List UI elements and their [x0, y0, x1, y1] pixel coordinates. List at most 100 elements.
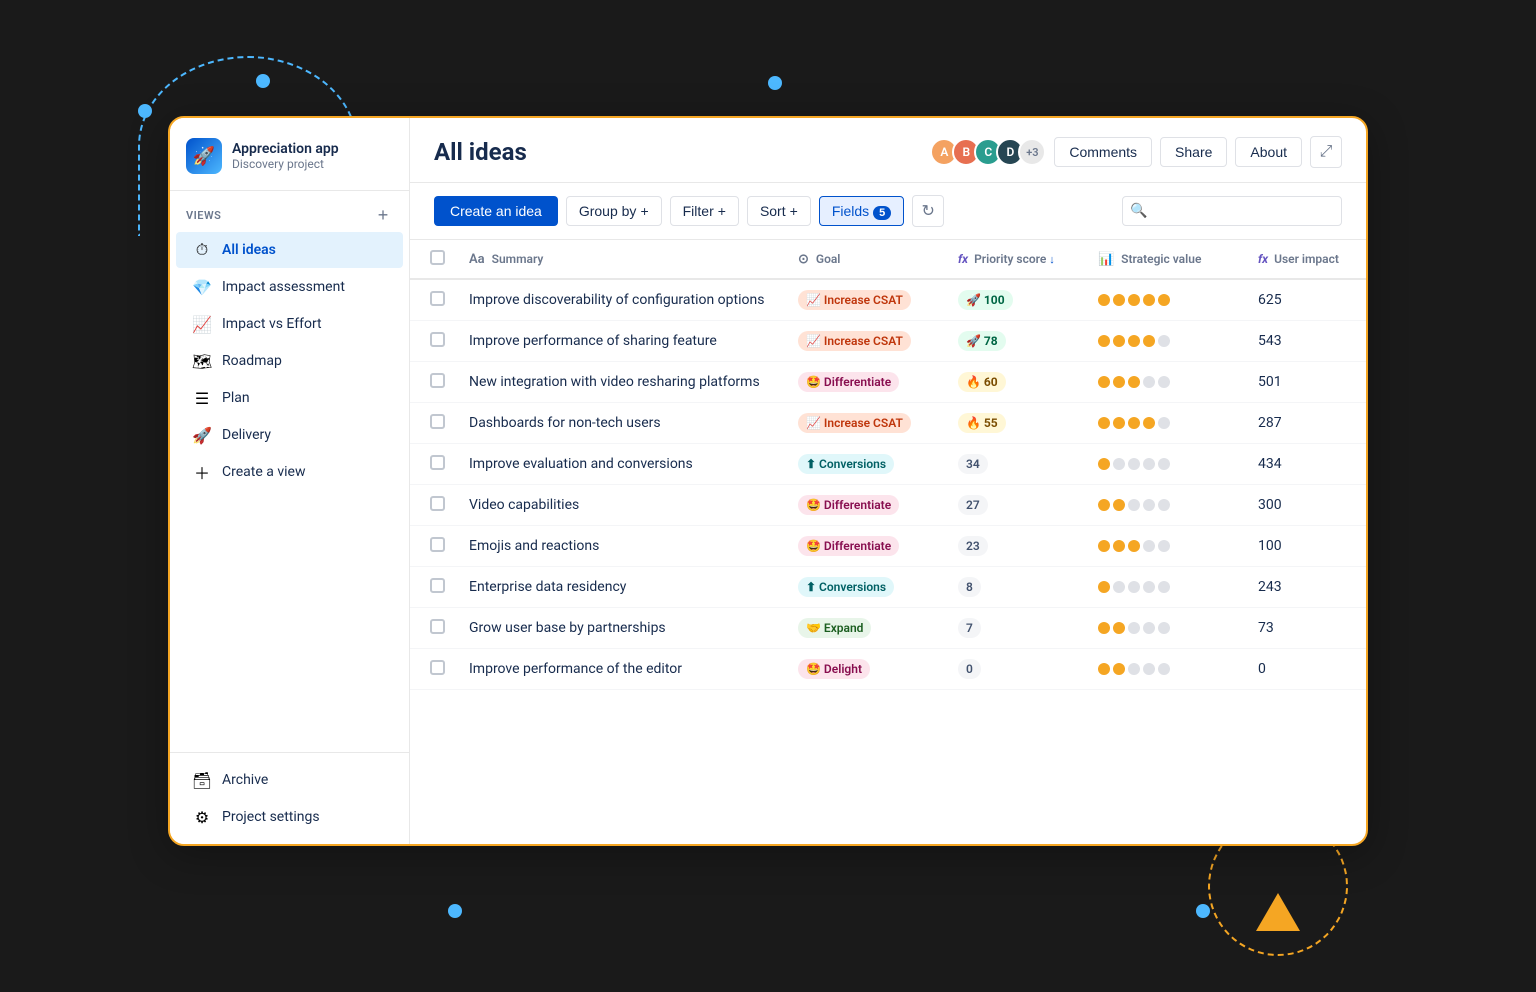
col-header-priority[interactable]: fx Priority score ↓ [946, 240, 1086, 279]
row-user-impact: 625 [1246, 279, 1366, 321]
dot-empty [1143, 663, 1155, 675]
dot-filled [1113, 335, 1125, 347]
row-summary[interactable]: Dashboards for non-tech users [457, 403, 786, 444]
comments-button[interactable]: Comments [1054, 137, 1152, 167]
row-priority-score: 🚀 100 [946, 279, 1086, 321]
dot-filled [1128, 540, 1140, 552]
goal-badge: 🤩 Differentiate [798, 495, 899, 515]
group-by-plus: + [640, 203, 648, 219]
sidebar-item-label: Create a view [222, 464, 305, 480]
row-goal: ⬆ Conversions [786, 444, 946, 485]
row-user-impact: 434 [1246, 444, 1366, 485]
priority-badge: 🚀 100 [958, 290, 1013, 310]
strategic-dots [1098, 581, 1234, 593]
row-strategic-value [1086, 485, 1246, 526]
strategic-dots [1098, 294, 1234, 306]
sidebar-app-name: Appreciation app [232, 141, 339, 157]
col-header-impact[interactable]: fx User impact [1246, 240, 1366, 279]
sidebar-item-project-settings[interactable]: ⚙ Project settings [176, 799, 403, 835]
row-strategic-value [1086, 649, 1246, 690]
group-by-button[interactable]: Group by + [566, 196, 662, 226]
row-summary[interactable]: Improve performance of the editor [457, 649, 786, 690]
dot-empty [1113, 581, 1125, 593]
sort-button[interactable]: Sort + [747, 196, 811, 226]
sidebar-item-impact-assessment[interactable]: 💎 Impact assessment [176, 269, 403, 305]
row-priority-score: 8 [946, 567, 1086, 608]
row-checkbox-cell [410, 485, 457, 526]
expand-button[interactable]: ⤢ [1310, 136, 1342, 168]
table-row: New integration with video resharing pla… [410, 362, 1366, 403]
row-checkbox-cell [410, 567, 457, 608]
select-all-checkbox[interactable] [430, 250, 445, 265]
row-summary[interactable]: Enterprise data residency [457, 567, 786, 608]
table-row: Grow user base by partnerships🤝 Expand77… [410, 608, 1366, 649]
strategic-col-label: Strategic value [1121, 252, 1201, 266]
row-checkbox[interactable] [430, 332, 445, 347]
row-summary[interactable]: Video capabilities [457, 485, 786, 526]
priority-badge: 8 [958, 577, 981, 597]
priority-badge: 🔥 55 [958, 413, 1006, 433]
goal-badge: 📈 Increase CSAT [798, 413, 911, 433]
row-summary[interactable]: Improve discoverability of configuration… [457, 279, 786, 321]
col-header-strategic[interactable]: 📊 Strategic value [1086, 240, 1246, 279]
filter-button[interactable]: Filter + [670, 196, 739, 226]
dot-filled [1113, 663, 1125, 675]
col-header-check [410, 240, 457, 279]
row-strategic-value [1086, 567, 1246, 608]
share-button[interactable]: Share [1160, 137, 1227, 167]
fields-label: Fields [832, 203, 869, 219]
strategic-dots [1098, 663, 1234, 675]
fields-button[interactable]: Fields 5 [819, 196, 904, 226]
avatar-group: A B C D +3 [930, 138, 1046, 166]
dot-filled [1098, 417, 1110, 429]
sidebar-item-archive[interactable]: 🗃 Archive [176, 762, 403, 798]
row-summary[interactable]: Grow user base by partnerships [457, 608, 786, 649]
sidebar: 🚀 Appreciation app Discovery project VIE… [170, 118, 410, 844]
dot-filled [1098, 540, 1110, 552]
dot-filled [1098, 376, 1110, 388]
sidebar-add-view-button[interactable]: + [373, 205, 393, 225]
sidebar-nav: ⏱ All ideas 💎 Impact assessment 📈 Impact… [170, 231, 409, 752]
row-priority-score: 34 [946, 444, 1086, 485]
row-checkbox[interactable] [430, 619, 445, 634]
sidebar-item-all-ideas[interactable]: ⏱ All ideas [176, 232, 403, 268]
row-checkbox[interactable] [430, 578, 445, 593]
dot-empty [1128, 663, 1140, 675]
row-checkbox[interactable] [430, 291, 445, 306]
row-summary[interactable]: New integration with video resharing pla… [457, 362, 786, 403]
table-row: Dashboards for non-tech users 📈 Increase … [410, 403, 1366, 444]
row-checkbox[interactable] [430, 660, 445, 675]
dot-filled [1098, 622, 1110, 634]
row-checkbox[interactable] [430, 537, 445, 552]
sidebar-item-impact-vs-effort[interactable]: 📈 Impact vs Effort [176, 306, 403, 342]
row-goal: ⬆ Conversions [786, 567, 946, 608]
row-user-impact: 300 [1246, 485, 1366, 526]
row-checkbox[interactable] [430, 373, 445, 388]
sidebar-item-plan[interactable]: ☰ Plan [176, 380, 403, 416]
dot-empty [1128, 458, 1140, 470]
row-checkbox[interactable] [430, 414, 445, 429]
row-summary[interactable]: Improve evaluation and conversions [457, 444, 786, 485]
page-title: All ideas [434, 138, 527, 166]
sidebar-item-delivery[interactable]: 🚀 Delivery [176, 417, 403, 453]
dot-empty [1158, 581, 1170, 593]
outer-wrapper: 🚀 Appreciation app Discovery project VIE… [108, 86, 1428, 906]
goal-badge: 📈 Increase CSAT [798, 290, 911, 310]
row-summary[interactable]: Emojis and reactions [457, 526, 786, 567]
create-idea-button[interactable]: Create an idea [434, 196, 558, 226]
row-checkbox[interactable] [430, 496, 445, 511]
row-summary[interactable]: Improve performance of sharing feature [457, 321, 786, 362]
about-button[interactable]: About [1235, 137, 1302, 167]
dot-filled [1143, 417, 1155, 429]
sidebar-item-create-view[interactable]: ＋ Create a view [176, 454, 403, 490]
goal-badge: ⬆ Conversions [798, 454, 894, 474]
row-checkbox[interactable] [430, 455, 445, 470]
col-header-summary[interactable]: Aa Summary [457, 240, 786, 279]
search-input[interactable] [1122, 196, 1342, 226]
row-goal: 📈 Increase CSAT [786, 403, 946, 444]
sidebar-item-roadmap[interactable]: 🗺 Roadmap [176, 343, 403, 379]
col-header-goal[interactable]: ⊙ Goal [786, 240, 946, 279]
refresh-button[interactable]: ↻ [912, 195, 944, 227]
table-container[interactable]: Aa Summary ⊙ Goal fx Priority score ↓ [410, 240, 1366, 844]
row-priority-score: 27 [946, 485, 1086, 526]
